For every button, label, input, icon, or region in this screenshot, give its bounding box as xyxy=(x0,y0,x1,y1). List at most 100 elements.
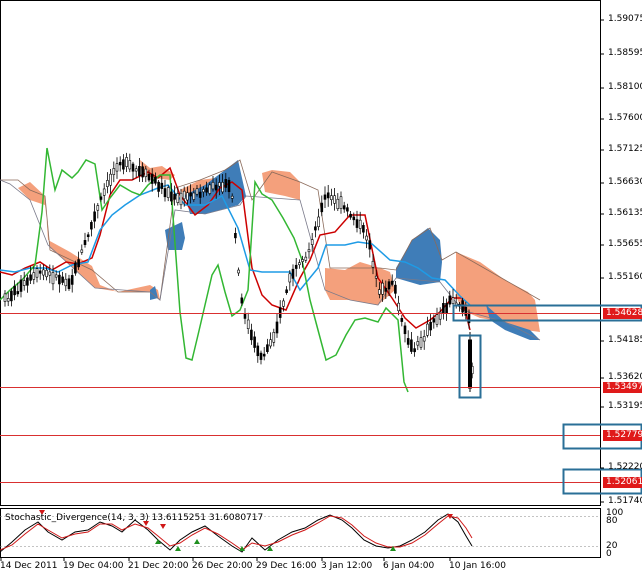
candle-body xyxy=(77,259,80,268)
main-chart-frame xyxy=(0,0,601,506)
candle-body xyxy=(330,195,333,201)
candle-body xyxy=(26,277,29,286)
candle-body xyxy=(246,319,250,330)
candle-body xyxy=(240,297,244,304)
candle-body xyxy=(157,181,160,192)
price-tick-label: 1.53620 xyxy=(608,372,642,382)
level-badge: 1.52779 xyxy=(603,430,642,441)
candle-body xyxy=(346,207,349,212)
candle-body xyxy=(29,274,32,281)
candle-body xyxy=(90,222,93,230)
candle-body xyxy=(128,160,132,170)
price-tick-label: 1.55655 xyxy=(608,239,642,249)
candle-body xyxy=(227,179,231,193)
indicator-title: Stochastic_Divergence(14, 3, 3) 13.61152… xyxy=(5,513,264,523)
candle-body xyxy=(259,352,263,360)
candle-body xyxy=(278,307,282,318)
candle-body xyxy=(192,192,196,200)
price-tick-label: 1.56135 xyxy=(608,208,642,218)
candle-body xyxy=(464,306,468,316)
price-tick-label: 1.51740 xyxy=(608,496,642,506)
candle-body xyxy=(83,240,87,245)
level-badge: 1.53497 xyxy=(603,382,642,393)
candle-body xyxy=(109,173,112,186)
candle-body xyxy=(10,290,13,302)
candle-body xyxy=(182,190,186,200)
candle-body xyxy=(42,269,45,276)
price-tick-label: 1.54185 xyxy=(608,335,642,345)
candle-body xyxy=(19,279,23,292)
candle-body xyxy=(314,226,317,231)
indicator-level-0: 0 xyxy=(606,549,612,559)
candle-body xyxy=(58,274,61,285)
candle-body xyxy=(410,339,413,352)
candle-body xyxy=(218,182,221,187)
candle-body xyxy=(442,303,445,315)
candle-body xyxy=(339,196,343,209)
candle-body xyxy=(468,339,472,389)
candle-body xyxy=(333,195,336,204)
candle-body xyxy=(374,275,378,279)
candle-body xyxy=(451,297,455,305)
candle-body xyxy=(112,168,116,175)
candle-body xyxy=(205,187,208,193)
candle-body xyxy=(189,192,192,197)
candle-body xyxy=(198,191,202,198)
time-tick-label: 14 Dec 2011 xyxy=(0,561,58,571)
level-badge: 1.52061 xyxy=(603,477,642,488)
candle-body xyxy=(406,338,410,345)
candle-body xyxy=(234,232,237,239)
candle-body xyxy=(125,157,128,167)
candle-body xyxy=(214,184,218,191)
candle-body xyxy=(298,262,301,266)
candle-body xyxy=(32,272,36,280)
candle-body xyxy=(141,166,144,178)
candle-body xyxy=(288,273,292,283)
candle-body xyxy=(138,166,141,177)
candle-body xyxy=(176,193,180,203)
price-chart[interactable] xyxy=(0,0,642,574)
candle-body xyxy=(400,318,404,322)
candle-body xyxy=(115,163,119,172)
candle-body xyxy=(154,176,157,184)
candle-body xyxy=(86,234,90,238)
candle-body xyxy=(61,276,64,283)
candle-body xyxy=(230,195,234,199)
candle-body xyxy=(150,173,154,184)
candle-body xyxy=(394,284,397,294)
time-tick-label: 21 Dec 20:00 xyxy=(128,561,189,571)
price-tick-label: 1.52220 xyxy=(608,462,642,472)
candle-body xyxy=(80,249,84,253)
candle-body xyxy=(211,182,215,190)
candle-body xyxy=(317,216,320,228)
candle-body xyxy=(64,278,68,287)
candle-body xyxy=(131,163,135,172)
candle-body xyxy=(51,272,55,285)
candle-body xyxy=(253,336,256,348)
candle-body xyxy=(3,293,7,302)
price-tick-label: 1.58595 xyxy=(608,48,642,58)
candle-body xyxy=(67,278,71,289)
candle-body xyxy=(352,216,356,221)
candle-body xyxy=(266,344,269,352)
candle-body xyxy=(134,168,138,172)
candle-body xyxy=(96,205,100,211)
candle-body xyxy=(307,249,311,253)
candle-body xyxy=(54,274,58,278)
candle-body xyxy=(342,205,346,210)
candle-body xyxy=(323,194,327,200)
time-tick-label: 26 Dec 20:00 xyxy=(192,561,253,571)
candle-body xyxy=(6,298,10,302)
horizontal-levels[interactable] xyxy=(0,313,600,483)
price-tick-label: 1.58100 xyxy=(608,82,642,92)
candle-body xyxy=(70,275,74,285)
candle-body xyxy=(429,321,432,331)
price-tick-label: 1.57125 xyxy=(608,144,642,154)
candle-body xyxy=(173,193,176,200)
candle-body xyxy=(179,192,183,206)
chart-window[interactable]: 1.59075 1.58595 1.58100 1.57600 1.57125 1.566… xyxy=(0,0,642,574)
price-tick-label: 1.57600 xyxy=(608,113,642,123)
candle-body xyxy=(349,213,352,218)
candle-body xyxy=(390,280,394,285)
candle-body xyxy=(160,182,164,189)
